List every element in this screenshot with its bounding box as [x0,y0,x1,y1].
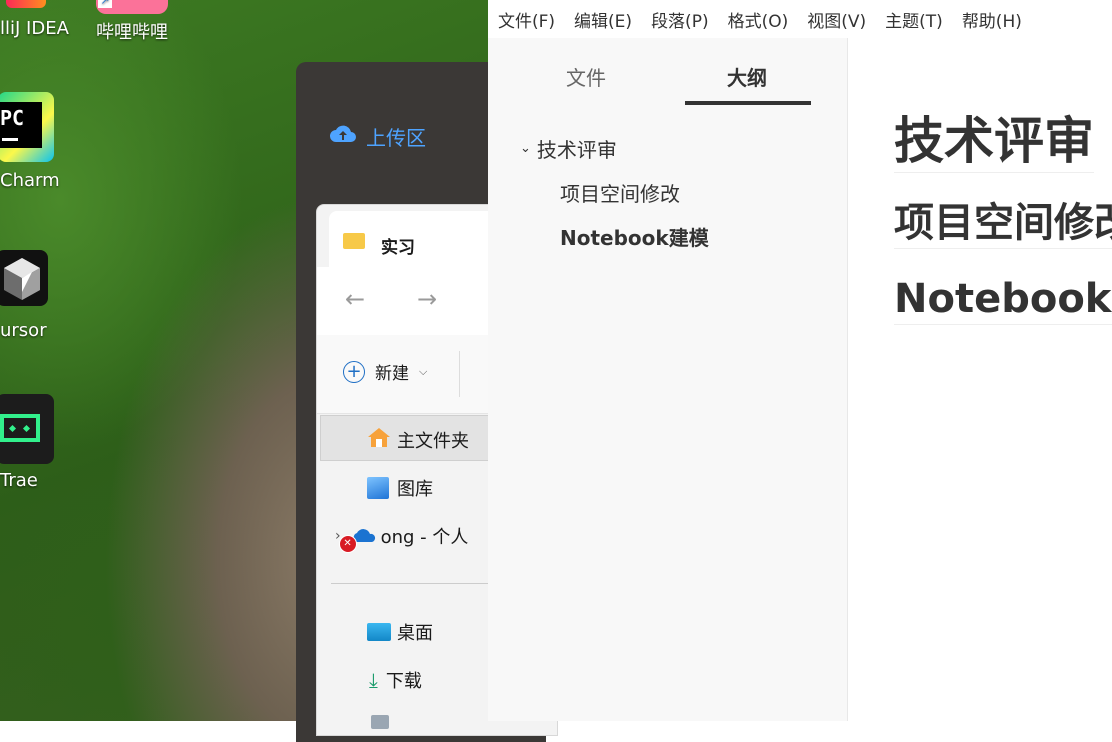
desktop-icon-label: Charm [0,170,60,191]
menu-bar: 文件(F) 编辑(E) 段落(P) 格式(O) 视图(V) 主题(T) 帮助(H… [488,0,1112,38]
menu-file[interactable]: 文件(F) [488,7,564,32]
menu-help[interactable]: 帮助(H) [952,7,1031,32]
desktop-icon [367,623,391,641]
onedrive-icon: ✕ [338,527,377,553]
desktop-icon-trae[interactable]: Trae [0,392,80,492]
gallery-icon [367,477,389,499]
nav-item-label: 主文件夹 [397,430,469,452]
chevron-down-icon: ⌵ [419,364,428,378]
desktop-icon-intellij[interactable]: lliJ IDEA [0,0,90,44]
menu-view[interactable]: 视图(V) [797,7,875,32]
heading-project-space[interactable]: 项目空间修改 [894,198,1112,249]
outline-item-project-space[interactable]: 项目空间修改 [560,178,680,207]
intellij-idea-icon [6,0,46,8]
editor-pane[interactable]: 技术评审 项目空间修改 Notebook建模 [848,38,1112,721]
menu-format[interactable]: 格式(O) [718,7,798,32]
nav-item-label: ong - 个人 [380,527,469,548]
plus-circle-icon: + [343,360,365,383]
desktop-icon-label: lliJ IDEA [0,18,69,39]
desktop-icon-bilibili[interactable]: ↗ 哔哩哔哩 [96,0,186,44]
upload-area-title[interactable]: 上传区 [330,122,426,151]
documents-icon [371,715,389,729]
nav-item-desktop[interactable]: 桌面 [367,619,433,645]
sidebar: 文件 大纲 ⌄ 技术评审 项目空间修改 Notebook建模 [488,38,848,721]
outline-item-label: 技术评审 [536,138,617,162]
upload-area-label: 上传区 [366,126,426,150]
nav-item-label: 图库 [397,479,433,500]
new-button-label: 新建 [375,364,409,384]
desktop-icon-cursor[interactable]: ursor [0,248,80,344]
cloud-upload-icon [330,124,356,149]
home-icon [367,426,391,453]
nav-item-downloads[interactable]: ⤓ 下载 [369,667,422,693]
tab-outline[interactable]: 大纲 [727,62,767,91]
outline-item-label: 项目空间修改 [560,182,680,206]
desktop-icon-label: Trae [0,470,38,491]
trae-icon [0,394,54,464]
nav-item-onedrive[interactable]: › ✕ ong - 个人 [335,523,469,553]
pycharm-icon: PC [0,92,54,162]
heading-notebook[interactable]: Notebook建模 [894,274,1112,325]
outline-item-notebook[interactable]: Notebook建模 [560,222,709,251]
toolbar-divider [459,351,460,397]
nav-item-gallery[interactable]: 图库 [367,475,433,501]
bilibili-icon: ↗ [96,0,168,14]
download-icon: ⤓ [369,668,378,692]
cursor-icon [0,250,48,306]
menu-paragraph[interactable]: 段落(P) [641,7,718,32]
desktop-icon-label: ursor [0,320,47,341]
active-tab-underline [685,101,811,105]
forward-arrow-icon[interactable]: → [417,285,437,313]
heading-tech-review[interactable]: 技术评审 [894,110,1094,173]
desktop-icon-pycharm[interactable]: PC Charm [0,92,80,192]
nav-item-label: 桌面 [397,623,433,644]
back-arrow-icon[interactable]: ← [345,285,365,313]
tab-files[interactable]: 文件 [566,62,606,91]
outline-item-tech-review[interactable]: ⌄ 技术评审 [520,134,617,163]
menu-theme[interactable]: 主题(T) [875,7,952,32]
new-button[interactable]: + 新建 ⌵ [343,359,427,384]
nav-item-label: 下载 [385,671,422,692]
error-badge-icon: ✕ [338,535,357,553]
explorer-tab-title: 实习 [381,238,415,258]
desktop-icon-label: 哔哩哔哩 [96,22,168,43]
chevron-down-icon[interactable]: ⌄ [520,141,531,156]
menu-edit[interactable]: 编辑(E) [564,7,641,32]
typora-window: 文件(F) 编辑(E) 段落(P) 格式(O) 视图(V) 主题(T) 帮助(H… [488,0,1112,721]
folder-icon [343,233,365,249]
outline-item-label: Notebook建模 [560,226,709,250]
